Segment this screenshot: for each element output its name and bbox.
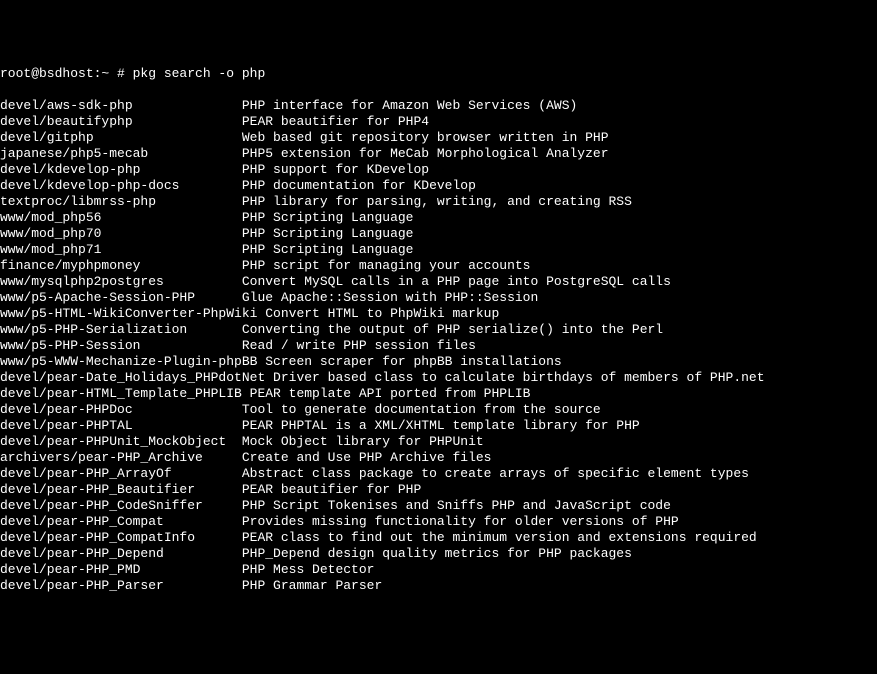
package-line: devel/pear-Date_Holidays_PHPdotNet Drive… [0, 370, 765, 386]
package-line: devel/pear-PHP_Depend PHP_Depend design … [0, 546, 632, 562]
package-line: devel/aws-sdk-php PHP interface for Amaz… [0, 98, 577, 114]
package-row: devel/kdevelop-php-docs PHP documentatio… [0, 178, 877, 194]
package-line: www/p5-PHP-Session Read / write PHP sess… [0, 338, 476, 354]
prompt-text: root@bsdhost:~ # pkg search -o php [0, 66, 265, 82]
package-row: devel/pear-PHP_PMD PHP Mess Detector [0, 562, 877, 578]
package-row: www/mod_php70 PHP Scripting Language [0, 226, 877, 242]
package-row: archivers/pear-PHP_Archive Create and Us… [0, 450, 877, 466]
package-line: finance/myphpmoney PHP script for managi… [0, 258, 531, 274]
package-row: devel/aws-sdk-php PHP interface for Amaz… [0, 98, 877, 114]
package-row: devel/pear-PHP_ArrayOf Abstract class pa… [0, 466, 877, 482]
package-line: devel/pear-PHPDoc Tool to generate docum… [0, 402, 601, 418]
package-line: devel/kdevelop-php-docs PHP documentatio… [0, 178, 476, 194]
package-line: www/p5-WWW-Mechanize-Plugin-phpBB Screen… [0, 354, 562, 370]
package-line: www/mod_php70 PHP Scripting Language [0, 226, 413, 242]
package-line: devel/pear-PHP_CompatInfo PEAR class to … [0, 530, 757, 546]
package-row: devel/gitphp Web based git repository br… [0, 130, 877, 146]
package-line: devel/pear-PHP_Beautifier PEAR beautifie… [0, 482, 421, 498]
package-line: www/mysqlphp2postgres Convert MySQL call… [0, 274, 671, 290]
package-row: devel/pear-PHP_Beautifier PEAR beautifie… [0, 482, 877, 498]
package-row: www/p5-PHP-Session Read / write PHP sess… [0, 338, 877, 354]
package-row: devel/pear-PHP_CompatInfo PEAR class to … [0, 530, 877, 546]
package-row: www/p5-WWW-Mechanize-Plugin-phpBB Screen… [0, 354, 877, 370]
package-row: www/mod_php56 PHP Scripting Language [0, 210, 877, 226]
package-row: www/p5-HTML-WikiConverter-PhpWiki Conver… [0, 306, 877, 322]
package-row: devel/kdevelop-php PHP support for KDeve… [0, 162, 877, 178]
package-row: devel/pear-Date_Holidays_PHPdotNet Drive… [0, 370, 877, 386]
package-line: devel/pear-PHPTAL PEAR PHPTAL is a XML/X… [0, 418, 640, 434]
package-row: www/mysqlphp2postgres Convert MySQL call… [0, 274, 877, 290]
package-line: devel/kdevelop-php PHP support for KDeve… [0, 162, 429, 178]
package-row: japanese/php5-mecab PHP5 extension for M… [0, 146, 877, 162]
package-row: devel/pear-PHP_Compat Provides missing f… [0, 514, 877, 530]
package-row: devel/pear-HTML_Template_PHPLIB PEAR tem… [0, 386, 877, 402]
shell-prompt-line[interactable]: root@bsdhost:~ # pkg search -o php [0, 66, 877, 82]
package-line: japanese/php5-mecab PHP5 extension for M… [0, 146, 609, 162]
package-line: devel/pear-PHP_Compat Provides missing f… [0, 514, 679, 530]
package-row: devel/beautifyphp PEAR beautifier for PH… [0, 114, 877, 130]
package-row: www/p5-PHP-Serialization Converting the … [0, 322, 877, 338]
package-line: www/mod_php56 PHP Scripting Language [0, 210, 413, 226]
package-line: devel/pear-PHP_Parser PHP Grammar Parser [0, 578, 382, 594]
package-row: devel/pear-PHP_Depend PHP_Depend design … [0, 546, 877, 562]
package-line: www/p5-Apache-Session-PHP Glue Apache::S… [0, 290, 538, 306]
command-output: devel/aws-sdk-php PHP interface for Amaz… [0, 98, 877, 594]
package-row: www/p5-Apache-Session-PHP Glue Apache::S… [0, 290, 877, 306]
package-line: devel/pear-PHP_PMD PHP Mess Detector [0, 562, 374, 578]
package-line: devel/beautifyphp PEAR beautifier for PH… [0, 114, 429, 130]
package-row: devel/pear-PHPTAL PEAR PHPTAL is a XML/X… [0, 418, 877, 434]
package-line: textproc/libmrss-php PHP library for par… [0, 194, 632, 210]
package-line: www/p5-HTML-WikiConverter-PhpWiki Conver… [0, 306, 499, 322]
package-row: devel/pear-PHPDoc Tool to generate docum… [0, 402, 877, 418]
package-line: devel/pear-PHPUnit_MockObject Mock Objec… [0, 434, 484, 450]
package-row: finance/myphpmoney PHP script for managi… [0, 258, 877, 274]
package-row: devel/pear-PHPUnit_MockObject Mock Objec… [0, 434, 877, 450]
package-line: archivers/pear-PHP_Archive Create and Us… [0, 450, 491, 466]
package-line: devel/pear-HTML_Template_PHPLIB PEAR tem… [0, 386, 531, 402]
package-row: devel/pear-PHP_CodeSniffer PHP Script To… [0, 498, 877, 514]
package-row: textproc/libmrss-php PHP library for par… [0, 194, 877, 210]
package-row: www/mod_php71 PHP Scripting Language [0, 242, 877, 258]
package-line: www/mod_php71 PHP Scripting Language [0, 242, 413, 258]
package-row: devel/pear-PHP_Parser PHP Grammar Parser [0, 578, 877, 594]
package-line: www/p5-PHP-Serialization Converting the … [0, 322, 663, 338]
package-line: devel/pear-PHP_CodeSniffer PHP Script To… [0, 498, 671, 514]
package-line: devel/gitphp Web based git repository br… [0, 130, 609, 146]
package-line: devel/pear-PHP_ArrayOf Abstract class pa… [0, 466, 749, 482]
